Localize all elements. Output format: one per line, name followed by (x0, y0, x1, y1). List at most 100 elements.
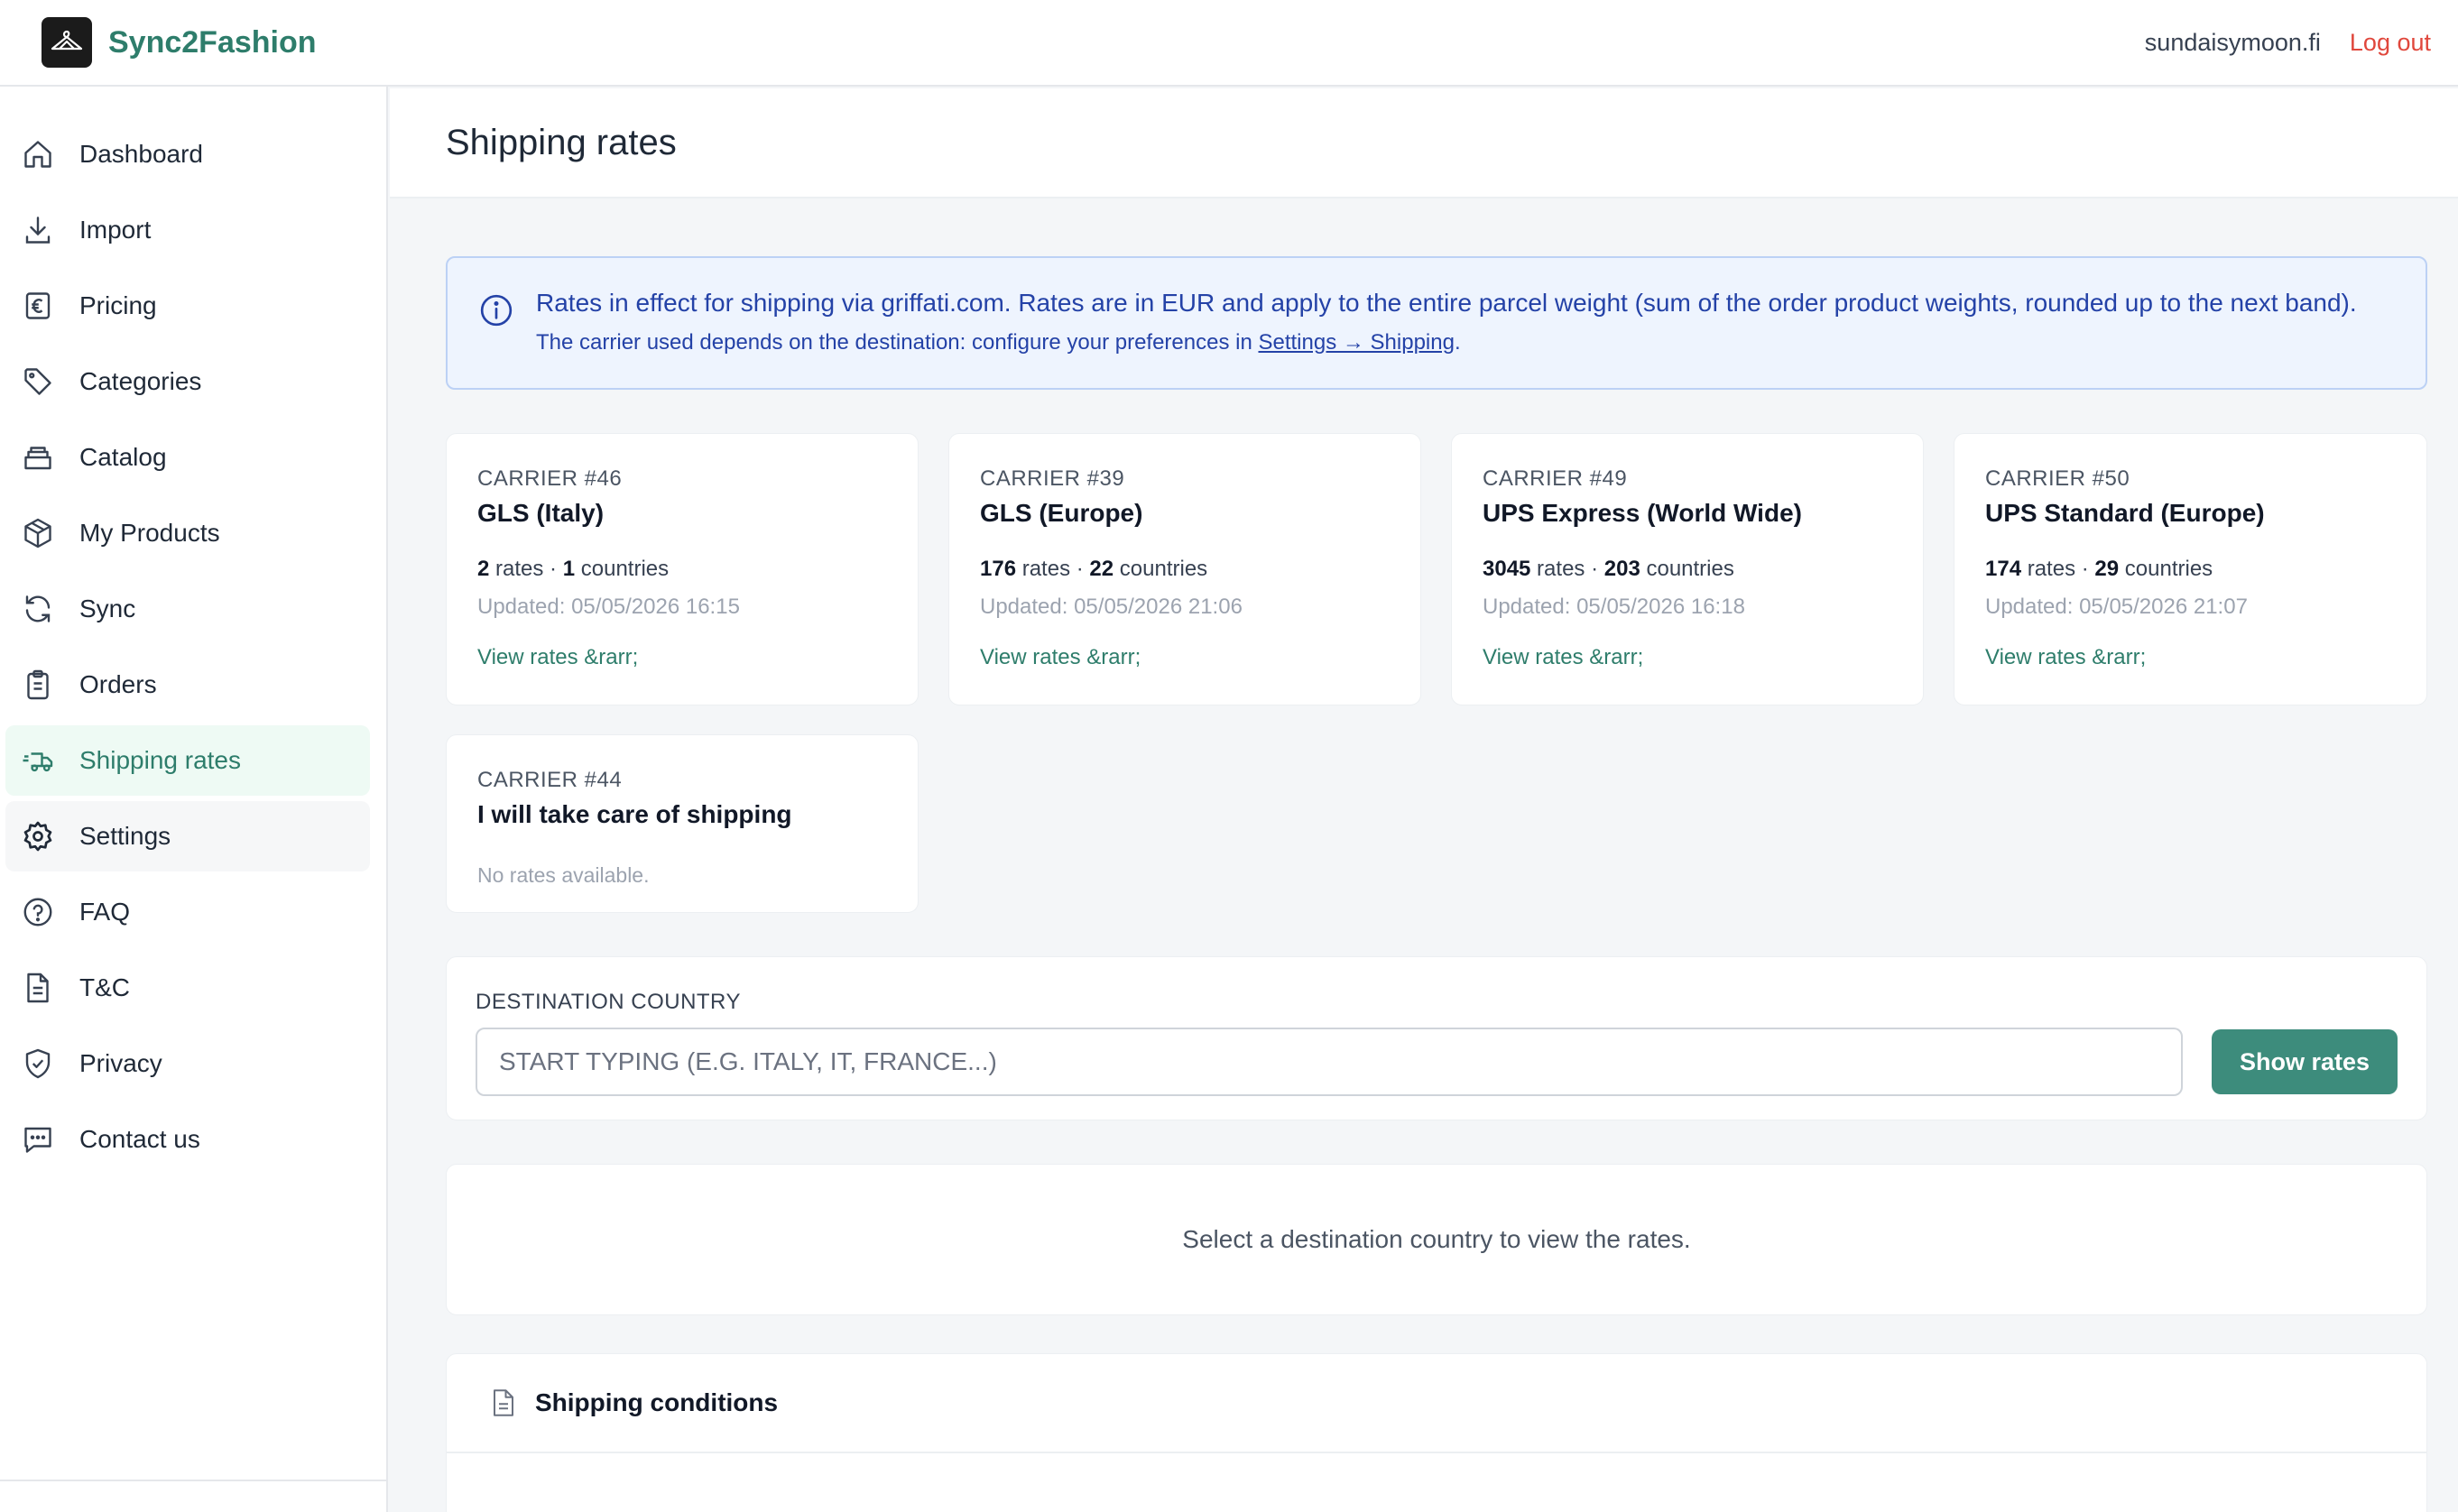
carrier-name: UPS Standard (Europe) (1985, 499, 2265, 527)
page-title: Shipping rates (446, 122, 677, 162)
clipboard-icon (27, 669, 49, 700)
brand-name: Sync2Fashion (108, 24, 317, 60)
sidebar-item-categories[interactable]: Categories (5, 346, 370, 417)
shield-icon (25, 1048, 51, 1079)
help-icon (23, 898, 52, 927)
view-rates-link[interactable]: View rates &rarr; (980, 645, 1390, 670)
info-text: Rates in effect for shipping via griffat… (536, 289, 2357, 317)
tag-icon (24, 368, 51, 395)
carrier-card: CARRIER #49 UPS Express (World Wide) 304… (1451, 433, 1924, 705)
sidebar-item-label: Shipping rates (79, 746, 242, 774)
destination-panel: DESTINATION COUNTRY Show rates (446, 956, 2427, 1120)
sidebar-item-label: Privacy (79, 1049, 162, 1077)
top-bar: Sync2Fashion sundaisymoon.fi Log out (0, 0, 2458, 87)
rates-count: 176 (980, 557, 1017, 581)
sidebar-item-label: My Products (79, 519, 220, 547)
sidebar-item-import[interactable]: Import (5, 195, 370, 265)
countries-count: 1 (562, 557, 576, 581)
carrier-id: CARRIER #50 (1985, 466, 2130, 491)
user-account: sundaisymoon.fi (2144, 28, 2321, 56)
show-rates-button[interactable]: Show rates (2212, 1029, 2398, 1094)
rates-unit: rates · (1016, 557, 1090, 581)
hanger-logo-icon (42, 17, 92, 68)
shipping-conditions-header[interactable]: Shipping conditions (447, 1354, 2426, 1453)
sidebar-item-label: Dashboard (79, 140, 203, 168)
no-rates-text: No rates available. (477, 863, 650, 887)
sidebar-item-shipping-rates[interactable]: Shipping rates (5, 725, 370, 796)
sidebar-item-sync[interactable]: Sync (5, 574, 370, 644)
carrier-id: CARRIER #46 (477, 466, 623, 491)
sidebar-item-dashboard[interactable]: Dashboard (5, 119, 370, 189)
carrier-updated: Updated: 05/05/2026 16:15 (477, 595, 740, 619)
sidebar-item-orders[interactable]: Orders (5, 650, 370, 720)
shipping-conditions-panel: Shipping conditions (446, 1353, 2427, 1512)
carrier-name: GLS (Italy) (477, 499, 605, 527)
carrier-id: CARRIER #44 (477, 768, 623, 792)
sidebar-item-label: Categories (79, 367, 202, 395)
carrier-updated: Updated: 05/05/2026 21:07 (1985, 595, 2248, 619)
carrier-stats: 3045 rates · 203 countries (1483, 557, 1892, 582)
view-rates-link[interactable]: View rates &rarr; (477, 645, 887, 670)
countries-count: 22 (1089, 557, 1114, 581)
rates-panel: Select a destination country to view the… (446, 1164, 2427, 1315)
carrier-stats: 176 rates · 22 countries (980, 557, 1390, 582)
destination-country-input[interactable] (476, 1028, 2183, 1096)
destination-label: DESTINATION COUNTRY (476, 990, 741, 1014)
shipping-conditions-title: Shipping conditions (535, 1388, 779, 1416)
carrier-name: GLS (Europe) (980, 499, 1143, 527)
sidebar-item-label: Contact us (79, 1125, 200, 1153)
carrier-card: CARRIER #39 GLS (Europe) 176 rates · 22 … (948, 433, 1421, 705)
info-subtext-suffix: . (1454, 330, 1461, 355)
carrier-name: I will take care of shipping (477, 800, 792, 828)
sidebar-item-privacy[interactable]: Privacy (5, 1028, 370, 1099)
carrier-name: UPS Express (World Wide) (1483, 499, 1802, 527)
euro-icon (25, 292, 51, 319)
sidebar-item-settings[interactable]: Settings (5, 801, 370, 871)
info-icon (480, 294, 513, 327)
sidebar-item-label: Settings (79, 822, 171, 850)
countries-unit: countries (2119, 557, 2213, 581)
settings-shipping-link[interactable]: Settings → Shipping (1258, 330, 1454, 355)
sidebar-item-label: Orders (79, 670, 157, 698)
rates-count: 2 (477, 557, 490, 581)
countries-count: 203 (1603, 557, 1640, 581)
sidebar-item-my-products[interactable]: My Products (5, 498, 370, 568)
sidebar-item-faq[interactable]: FAQ (5, 877, 370, 947)
logout-link[interactable]: Log out (2350, 29, 2431, 57)
sidebar-item-pricing[interactable]: Pricing (5, 271, 370, 341)
sidebar-item-tc[interactable]: T&C (5, 953, 370, 1023)
countries-count: 29 (2094, 557, 2120, 581)
sidebar-item-label: Import (79, 216, 152, 244)
rates-count: 174 (1985, 557, 2022, 581)
carrier-id: CARRIER #49 (1483, 466, 1628, 491)
info-subtext: The carrier used depends on the destinat… (536, 330, 2398, 355)
document-icon (494, 1389, 513, 1416)
carrier-card: CARRIER #44 I will take care of shipping… (446, 734, 919, 913)
sidebar-item-label: FAQ (79, 898, 131, 926)
sidebar: Dashboard Import Pricing Categories Cata… (0, 87, 388, 1512)
sidebar-item-label: T&C (79, 973, 130, 1001)
sync-icon (25, 595, 51, 622)
view-rates-link[interactable]: View rates &rarr; (1483, 645, 1892, 670)
sidebar-item-contact-us[interactable]: Contact us (5, 1104, 370, 1175)
catalog-icon (24, 447, 51, 470)
info-subtext-prefix: The carrier used depends on the destinat… (536, 330, 1259, 355)
rates-unit: rates · (2021, 557, 2095, 581)
countries-unit: countries (1113, 557, 1208, 581)
page-header: Shipping rates (390, 88, 2458, 198)
empty-state-message: Select a destination country to view the… (1182, 1225, 1691, 1253)
view-rates-link[interactable]: View rates &rarr; (1985, 645, 2396, 670)
sidebar-item-label: Pricing (79, 291, 157, 319)
sidebar-footer (0, 1480, 386, 1512)
box-icon (24, 518, 51, 549)
sidebar-item-label: Catalog (79, 443, 167, 471)
countries-unit: countries (575, 557, 670, 581)
gear-icon (23, 821, 52, 852)
brand[interactable]: Sync2Fashion (42, 17, 317, 68)
carrier-stats: 174 rates · 29 countries (1985, 557, 2396, 582)
user-area: sundaisymoon.fi Log out (2145, 29, 2431, 57)
home-icon (24, 141, 51, 168)
info-alert: Rates in effect for shipping via griffat… (446, 256, 2427, 390)
sidebar-item-catalog[interactable]: Catalog (5, 422, 370, 493)
download-icon (25, 217, 51, 244)
